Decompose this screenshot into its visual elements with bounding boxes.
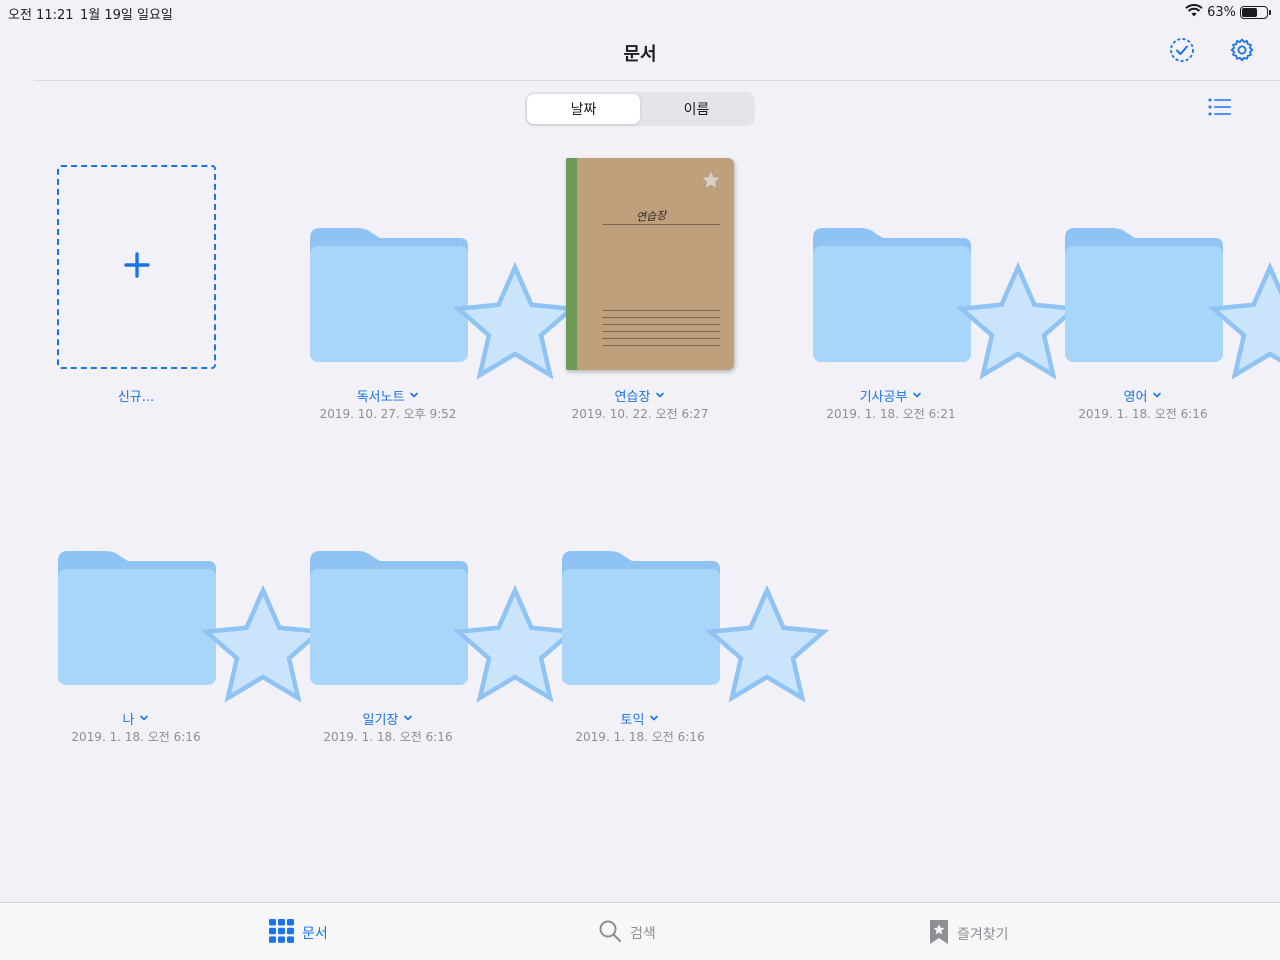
chevron-down-icon — [656, 392, 665, 398]
sort-by-date[interactable]: 날짜 — [527, 94, 640, 124]
notebook-item[interactable]: 연습장 연습장 2019. 10. 22. 오전 6:27 — [530, 158, 750, 422]
favorite-star-icon[interactable] — [184, 579, 326, 703]
bookmark-star-icon — [929, 919, 949, 949]
favorite-star-icon[interactable] — [939, 256, 1081, 380]
notebook-cover-title: 연습장 — [635, 208, 667, 225]
new-document-label[interactable]: 신규... — [26, 386, 246, 405]
item-date: 2019. 1. 18. 오전 6:16 — [575, 730, 705, 744]
item-date: 2019. 1. 18. 오전 6:16 — [71, 730, 201, 744]
item-date: 2019. 1. 18. 오전 6:21 — [826, 407, 956, 421]
favorite-star-icon[interactable] — [688, 579, 830, 703]
folder-icon[interactable] — [310, 549, 578, 703]
sort-by-name[interactable]: 이름 — [640, 94, 753, 124]
chevron-down-icon — [410, 392, 419, 398]
folder-icon[interactable] — [813, 226, 1081, 380]
settings-button[interactable] — [1228, 38, 1256, 66]
item-date: 2019. 1. 18. 오전 6:16 — [1078, 407, 1208, 421]
status-bar: 오전 11:21 1월 19일 일요일 63% — [0, 0, 1280, 24]
battery-icon — [1240, 6, 1271, 19]
tab-favorites[interactable]: 즐겨찾기 — [929, 919, 1009, 949]
select-button[interactable] — [1168, 38, 1196, 66]
status-indicators: 63% — [1185, 4, 1271, 21]
favorite-star-icon[interactable] — [436, 256, 578, 380]
nav-divider — [34, 80, 1280, 81]
notebook-line — [602, 324, 720, 325]
item-date: 2019. 10. 22. 오전 6:27 — [571, 407, 709, 421]
favorite-star-icon[interactable] — [1191, 256, 1280, 380]
folder-item[interactable]: 일기장 2019. 1. 18. 오전 6:16 — [278, 481, 578, 745]
folder-item[interactable]: 기사공부 2019. 1. 18. 오전 6:21 — [781, 158, 1081, 422]
folder-icon[interactable] — [562, 549, 830, 703]
folder-item[interactable]: 나 2019. 1. 18. 오전 6:16 — [26, 481, 326, 745]
notebook-line — [602, 331, 720, 332]
tab-label: 즐겨찾기 — [957, 927, 1009, 943]
wifi-icon — [1185, 4, 1203, 21]
chevron-down-icon — [404, 715, 413, 721]
notebook-title-line — [602, 224, 720, 225]
folder-item[interactable]: 독서노트 2019. 10. 27. 오후 9:52 — [278, 158, 578, 422]
favorite-star-icon[interactable] — [436, 579, 578, 703]
folder-item[interactable]: 토익 2019. 1. 18. 오전 6:16 — [530, 481, 830, 745]
list-icon — [1208, 97, 1232, 121]
search-icon — [598, 919, 622, 947]
checkmark-circle-dashed-icon — [1169, 37, 1195, 67]
folder-icon[interactable] — [1065, 226, 1280, 380]
gear-icon — [1229, 37, 1255, 67]
new-document-item: 신규... — [26, 158, 246, 405]
status-date: 1월 19일 일요일 — [80, 8, 173, 23]
tab-search[interactable]: 검색 — [598, 919, 656, 947]
notebook-line — [602, 310, 720, 311]
grid-icon — [269, 919, 294, 947]
chevron-down-icon — [650, 715, 659, 721]
tab-bar: 문서 검색 즐겨찾기 — [0, 902, 1280, 960]
item-date: 2019. 10. 27. 오후 9:52 — [319, 407, 457, 421]
page-title: 문서 — [623, 44, 657, 65]
chevron-down-icon — [913, 392, 922, 398]
folder-icon[interactable] — [310, 226, 578, 380]
chevron-down-icon — [140, 715, 149, 721]
notebook-line — [602, 317, 720, 318]
folder-icon[interactable] — [58, 549, 326, 703]
plus-icon — [123, 251, 151, 283]
list-view-button[interactable] — [1206, 96, 1234, 122]
notebook-line — [602, 345, 720, 346]
new-document-button[interactable] — [57, 165, 216, 369]
new-document-thumb — [26, 158, 246, 378]
favorite-star-icon[interactable] — [699, 168, 722, 190]
tab-label: 문서 — [302, 926, 328, 942]
tab-label: 검색 — [630, 926, 656, 942]
folder-item[interactable]: 영어 2019. 1. 18. 오전 6:16 — [1033, 158, 1280, 422]
sort-segmented-control: 날짜 이름 — [525, 92, 755, 126]
chevron-down-icon — [1153, 392, 1162, 398]
item-name[interactable]: 연습장 — [530, 386, 750, 405]
tab-documents[interactable]: 문서 — [269, 919, 328, 947]
notebook-line — [602, 338, 720, 339]
status-time: 오전 11:21 — [8, 8, 74, 23]
battery-percent: 63% — [1207, 5, 1236, 20]
notebook-spine — [566, 158, 577, 370]
item-date: 2019. 1. 18. 오전 6:16 — [323, 730, 453, 744]
notebook-cover[interactable]: 연습장 — [566, 158, 734, 370]
